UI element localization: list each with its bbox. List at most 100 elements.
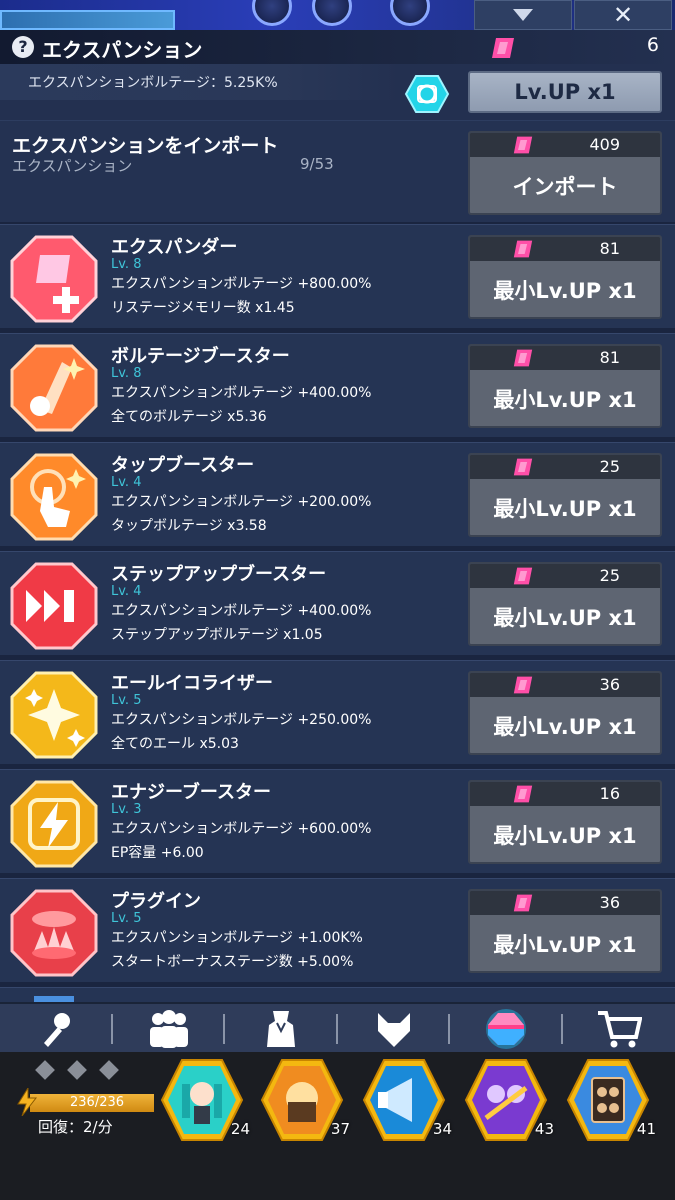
upgrade-cost: 81 [599, 348, 620, 367]
upgrade-effect-secondary: タップボルテージ x3.58 [111, 518, 267, 534]
upgrade-name: タップブースター [111, 455, 255, 476]
upgrade-name: ステップアップブースター [111, 564, 327, 585]
upgrade-effect-primary: エクスパンションボルテージ +1.00K% [111, 930, 363, 946]
cost-bar [470, 455, 660, 479]
nav-tab-members[interactable] [113, 1004, 225, 1054]
cost-bar [470, 564, 660, 588]
min-lvup-button[interactable]: 81 最小Lv.UP x1 [468, 235, 662, 319]
decor-circle [312, 0, 352, 26]
upgrade-effect-secondary: 全てのエール x5.03 [111, 736, 239, 752]
cost-bar [470, 673, 660, 697]
upgrade-cost: 36 [599, 893, 620, 912]
min-lvup-button[interactable]: 36 最小Lv.UP x1 [468, 671, 662, 755]
upgrade-cost: 16 [599, 784, 620, 803]
yell-equalizer-icon [10, 671, 98, 759]
outfit-icon [267, 1011, 295, 1047]
list-item: タップブースター Lv. 4 エクスパンションボルテージ +200.00% タッ… [0, 442, 675, 546]
cost-bar [470, 133, 660, 157]
nav-tab-microphone[interactable] [0, 1004, 112, 1054]
upgrade-level: Lv. 4 [111, 584, 142, 599]
upgrade-effect-secondary: ステップアップボルテージ x1.05 [111, 627, 323, 643]
upgrade-effect-primary: エクスパンションボルテージ +400.00% [111, 385, 372, 401]
cost-bar [470, 782, 660, 806]
upgrade-name: エナジーブースター [111, 782, 272, 803]
energy-booster-icon [10, 780, 98, 868]
nav-tab-fox[interactable] [338, 1004, 450, 1054]
unit-level: 37 [330, 1120, 350, 1138]
nav-tab-shop[interactable] [563, 1004, 675, 1054]
min-lvup-button[interactable]: 25 最小Lv.UP x1 [468, 562, 662, 646]
cost-bar [470, 891, 660, 915]
bottom-status-bar: 236/236 回復：2/分 24 37 34 43 41 [0, 1052, 675, 1200]
upgrade-effect-primary: エクスパンションボルテージ +600.00% [111, 821, 372, 837]
upgrade-level: Lv. 3 [111, 802, 142, 817]
unit-level: 43 [534, 1120, 554, 1138]
upgrade-level: Lv. 5 [111, 911, 142, 926]
upgrade-level: Lv. 4 [111, 475, 142, 490]
min-lvup-button[interactable]: 25 最小Lv.UP x1 [468, 453, 662, 537]
expansion-header: ? エクスパンション 6 エクスパンションボルテージ：5.25K% Lv.UP … [0, 30, 675, 120]
min-lvup-label: 最小Lv.UP x1 [493, 388, 637, 412]
decor-circle [252, 0, 292, 26]
min-lvup-button[interactable]: 16 最小Lv.UP x1 [468, 780, 662, 864]
min-lvup-button[interactable]: 36 最小Lv.UP x1 [468, 889, 662, 973]
cost-bar [470, 237, 660, 261]
unit-slot[interactable]: 41 [566, 1058, 656, 1142]
import-button[interactable]: 409 インポート [468, 131, 662, 215]
cart-icon [598, 1011, 642, 1048]
min-lvup-label: 最小Lv.UP x1 [493, 497, 637, 521]
unit-level: 34 [432, 1120, 452, 1138]
fox-icon [378, 1013, 410, 1047]
bottom-nav [0, 1002, 675, 1052]
page-indicator [35, 1060, 134, 1081]
import-cost: 409 [589, 135, 620, 154]
indicator-dot [99, 1060, 119, 1080]
upgrade-name: エクスパンダー [111, 237, 238, 258]
upgrade-name: プラグイン [111, 891, 201, 912]
upgrade-cost: 36 [599, 675, 620, 694]
collapse-button[interactable] [474, 0, 572, 30]
unit-slot[interactable]: 34 [362, 1058, 452, 1142]
pink-chip-icon [513, 136, 533, 154]
camera-icon[interactable] [404, 74, 450, 114]
recover-rate: 回復：2/分 [38, 1118, 113, 1136]
pink-chip-icon [513, 567, 533, 585]
list-item: プラグイン Lv. 5 エクスパンションボルテージ +1.00K% スタートボー… [0, 878, 675, 982]
pink-chip-icon [513, 349, 533, 367]
import-row: エクスパンションをインポート エクスパンション 9/53 409 インポート [0, 120, 675, 222]
min-lvup-label: 最小Lv.UP x1 [493, 933, 637, 957]
list-item: エールイコライザー Lv. 5 エクスパンションボルテージ +250.00% 全… [0, 660, 675, 764]
unit-slot[interactable]: 43 [464, 1058, 554, 1142]
upgrade-cost: 81 [599, 239, 620, 258]
top-thumbnail [0, 10, 175, 30]
unit-level: 24 [230, 1120, 250, 1138]
stepup-booster-icon [10, 562, 98, 650]
unit-slot[interactable]: 37 [260, 1058, 350, 1142]
indicator-dot [67, 1060, 87, 1080]
min-lvup-button[interactable]: 81 最小Lv.UP x1 [468, 344, 662, 428]
upgrade-effect-primary: エクスパンションボルテージ +200.00% [111, 494, 372, 510]
microphone-icon [44, 1013, 70, 1047]
lvup-multiplier-button[interactable]: Lv.UP x1 [468, 71, 662, 113]
upgrade-effect-primary: エクスパンションボルテージ +250.00% [111, 712, 372, 728]
close-button[interactable]: ✕ [574, 0, 672, 30]
help-icon[interactable]: ? [12, 36, 34, 58]
upgrade-cost: 25 [599, 457, 620, 476]
expansion-gem-icon [486, 1009, 526, 1049]
nav-tab-expansion[interactable] [450, 1004, 562, 1054]
upgrade-name: ボルテージブースター [111, 346, 290, 367]
people-icon [150, 1010, 188, 1048]
upgrade-level: Lv. 8 [111, 257, 142, 272]
min-lvup-label: 最小Lv.UP x1 [493, 824, 637, 848]
upgrade-effect-secondary: 全てのボルテージ x5.36 [111, 409, 267, 425]
min-lvup-label: 最小Lv.UP x1 [493, 606, 637, 630]
currency-count: 6 [646, 34, 659, 56]
nav-tab-costume[interactable] [225, 1004, 337, 1054]
unit-slot[interactable]: 24 [160, 1058, 250, 1142]
pink-chip-icon [492, 38, 514, 58]
upgrade-effect-secondary: スタートボーナスステージ数 +5.00% [111, 954, 354, 970]
unit-level: 41 [636, 1120, 656, 1138]
list-item: ステップアップブースター Lv. 4 エクスパンションボルテージ +400.00… [0, 551, 675, 655]
upgrade-effect-primary: エクスパンションボルテージ +800.00% [111, 276, 372, 292]
list-item-partial [0, 987, 675, 1004]
